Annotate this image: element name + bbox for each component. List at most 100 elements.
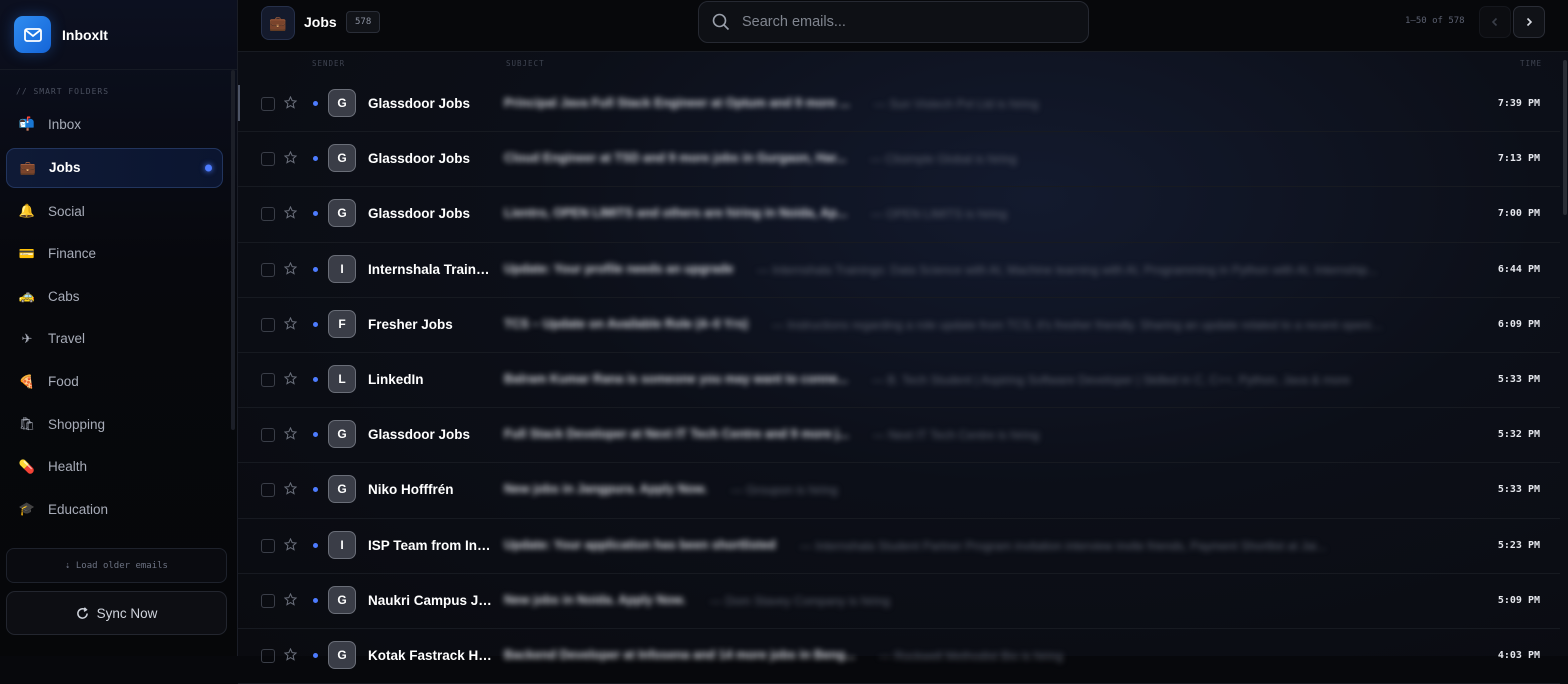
email-row[interactable]: G Naukri Campus Jobs New jobs in Noida. Ap…	[238, 574, 1560, 629]
star-icon[interactable]	[284, 261, 297, 275]
search-input[interactable]	[740, 13, 1088, 31]
email-preview: — Clisimple Global is hiring	[870, 152, 1017, 167]
email-subject: TCS – Update on Available Role (4–0 Yrs)	[504, 316, 749, 331]
load-older-button[interactable]: ⇣ Load older emails	[6, 548, 227, 583]
page-title: Jobs	[304, 14, 337, 30]
select-checkbox[interactable]	[261, 262, 275, 277]
next-page-button[interactable]	[1513, 6, 1545, 38]
email-row[interactable]: G Glassdoor Jobs Lientro, OPEN LIMITS and …	[238, 187, 1560, 243]
sender-avatar: I	[328, 254, 356, 283]
email-time: 5:33 PM	[1497, 373, 1540, 385]
email-row[interactable]: I ISP Team from Internshala Update: Your a…	[238, 519, 1560, 574]
pagination-text: 1–50 of 578	[1405, 16, 1465, 26]
star-icon[interactable]	[284, 647, 297, 661]
sender-avatar: F	[328, 309, 356, 338]
sender-name: Fresher Jobs	[368, 316, 453, 332]
sidebar-item-label: Travel	[48, 331, 86, 347]
sidebar-item-label: Finance	[48, 246, 97, 262]
email-row[interactable]: G Glassdoor Jobs Cloud Engineer at TSD and…	[238, 132, 1560, 188]
shopping-icon: 🛍	[18, 416, 36, 432]
select-checkbox[interactable]	[261, 207, 275, 222]
unread-dot	[313, 542, 318, 548]
unread-dot	[313, 211, 318, 217]
folder-badge: 💼	[261, 6, 295, 40]
unread-dot	[313, 156, 318, 162]
sidebar: InboxIt // SMART FOLDERS 📬 Inbox 💼 Jobs 🔔 Soc…	[0, 0, 238, 656]
select-checkbox[interactable]	[261, 538, 275, 553]
email-time: 5:33 PM	[1497, 484, 1540, 496]
sidebar-item-finance[interactable]: 💳 Finance	[6, 235, 223, 273]
sync-now-button[interactable]: Sync Now	[6, 591, 227, 635]
star-icon[interactable]	[284, 96, 297, 109]
column-header-subject: SUBJECT	[506, 59, 545, 68]
email-row[interactable]: F Fresher Jobs TCS – Update on Available R…	[238, 298, 1560, 353]
star-icon[interactable]	[284, 151, 297, 164]
sender-avatar: G	[328, 585, 356, 614]
sidebar-item-label: Social	[48, 203, 85, 219]
select-checkbox[interactable]	[261, 593, 275, 608]
sender-avatar: G	[328, 144, 356, 173]
select-checkbox[interactable]	[261, 152, 275, 167]
email-row[interactable]: L LinkedIn Balram Kumar Rana is someone yo…	[238, 353, 1560, 409]
sender-name: Kotak Fastrack Hiring	[368, 647, 493, 663]
sidebar-item-health[interactable]: 💊 Health	[6, 448, 223, 486]
star-icon[interactable]	[284, 592, 297, 606]
sender-avatar: G	[328, 199, 356, 228]
star-icon[interactable]	[284, 371, 297, 385]
prev-page-button[interactable]	[1479, 6, 1511, 38]
smart-folders-label: // SMART FOLDERS	[16, 87, 110, 96]
select-checkbox[interactable]	[261, 372, 275, 387]
email-time: 5:32 PM	[1497, 429, 1540, 441]
sidebar-item-inbox[interactable]: 📬 Inbox	[6, 105, 223, 143]
sidebar-item-education[interactable]: 🎓 Education	[6, 490, 223, 528]
email-row[interactable]: G Niko Hofffrén New jobs in Jangpura. Appl…	[238, 463, 1560, 519]
chevron-right-icon	[1526, 17, 1533, 27]
select-checkbox[interactable]	[261, 428, 275, 443]
sender-avatar: G	[328, 475, 356, 504]
select-checkbox[interactable]	[261, 317, 275, 332]
select-checkbox[interactable]	[261, 97, 275, 111]
email-row[interactable]: G Glassdoor Jobs Full Stack Developer at N…	[238, 408, 1560, 464]
star-icon[interactable]	[284, 482, 297, 496]
email-preview: — Groupon is hiring	[731, 483, 838, 498]
app-logo[interactable]	[14, 16, 51, 53]
email-row[interactable]: G Kotak Fastrack Hiring Backend Developer …	[238, 629, 1560, 684]
email-time: 4:03 PM	[1497, 649, 1540, 661]
select-checkbox[interactable]	[261, 483, 275, 498]
education-icon: 🎓	[18, 501, 36, 517]
star-icon[interactable]	[284, 206, 297, 220]
mail-pane: 💼 Jobs 578 1–50 of 578 SENDER SUBJECT TI…	[238, 0, 1568, 684]
mail-icon	[23, 27, 42, 42]
sidebar-item-food[interactable]: 🍕 Food	[6, 363, 223, 401]
sender-avatar: G	[328, 89, 356, 117]
sender-name: Naukri Campus Jobs	[368, 592, 493, 608]
jobs-icon: 💼	[19, 159, 37, 175]
sender-avatar: I	[328, 530, 356, 559]
food-icon: 🍕	[18, 373, 36, 389]
star-icon[interactable]	[284, 427, 297, 440]
email-row[interactable]: G Glassdoor Jobs Principal Java Full Stack…	[238, 77, 1560, 133]
search-bar[interactable]	[698, 1, 1089, 43]
unread-dot	[313, 321, 318, 327]
sidebar-item-jobs[interactable]: 💼 Jobs	[6, 147, 223, 188]
sidebar-scrollbar[interactable]	[231, 70, 235, 430]
sidebar-item-social[interactable]: 🔔 Social	[6, 192, 223, 230]
sender-name: Niko Hofffrén	[368, 482, 454, 498]
sidebar-item-cabs[interactable]: 🚕 Cabs	[6, 277, 223, 315]
sidebar-item-shopping[interactable]: 🛍 Shopping	[6, 405, 223, 443]
unread-dot	[313, 101, 318, 106]
chevron-left-icon	[1491, 17, 1498, 27]
refresh-icon	[76, 606, 88, 619]
sidebar-item-travel[interactable]: ✈ Travel	[6, 320, 223, 358]
unread-dot	[313, 432, 318, 438]
email-subject: Backend Developer at Infosena and 14 mor…	[504, 647, 856, 662]
email-subject: Balram Kumar Rana is someone you may wan…	[504, 371, 848, 386]
email-list-scrollbar[interactable]	[1563, 60, 1567, 215]
star-icon[interactable]	[284, 316, 297, 330]
travel-icon: ✈	[21, 330, 33, 346]
email-preview: — Internshala Student Partner Program in…	[800, 538, 1327, 553]
email-subject: Full Stack Developer at Next IT Tech Cen…	[504, 427, 850, 442]
sidebar-item-label: Education	[48, 501, 109, 517]
email-row[interactable]: I Internshala Trainings Update: Your profi…	[238, 243, 1560, 298]
star-icon[interactable]	[284, 537, 297, 551]
